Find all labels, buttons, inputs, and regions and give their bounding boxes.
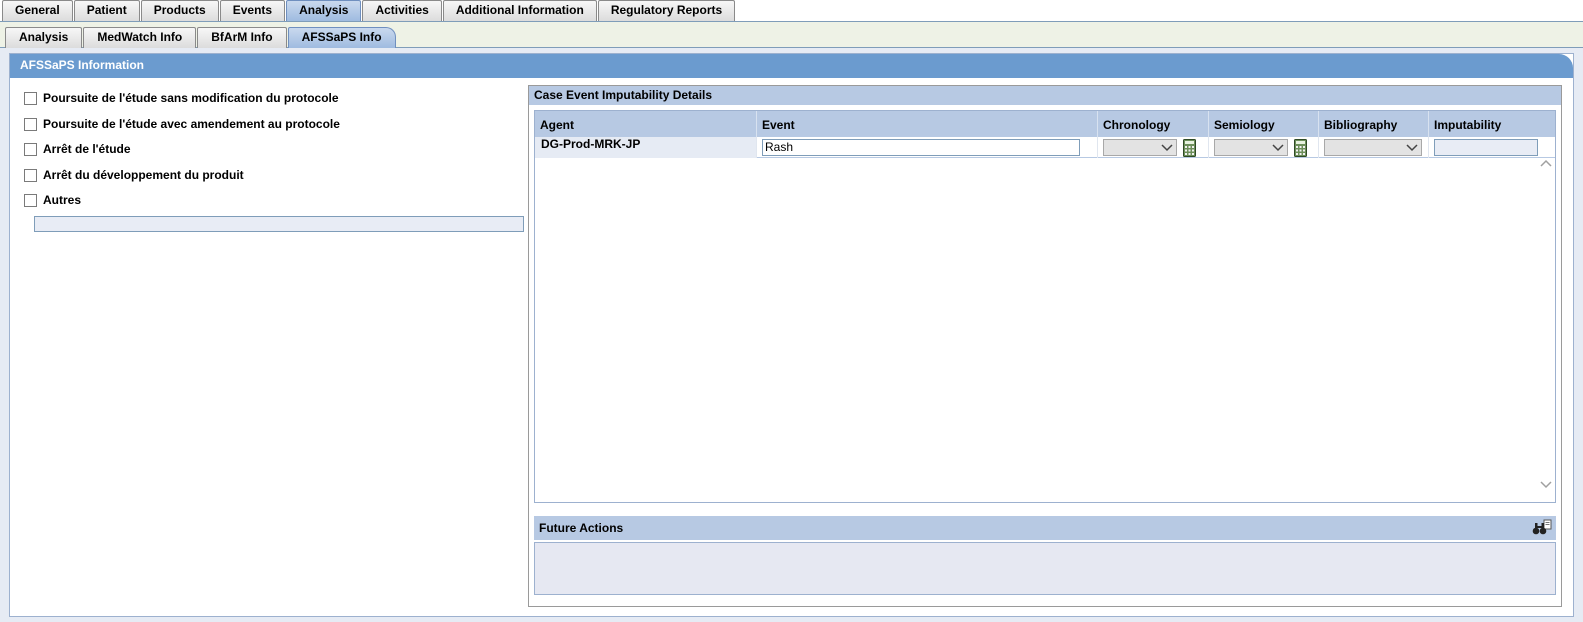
scroll-down-icon[interactable] xyxy=(1539,479,1553,491)
option-row-3: Arrêt de l'étude xyxy=(24,141,131,157)
calculator-icon[interactable] xyxy=(1294,139,1307,157)
option-3-label: Arrêt de l'étude xyxy=(43,142,131,156)
chevron-down-icon xyxy=(1272,144,1284,152)
panel-title: AFSSaPS Information xyxy=(10,54,1573,78)
semiology-select[interactable] xyxy=(1214,139,1288,156)
imputability-grid: Agent Event Chronology Semiology Bibliog… xyxy=(534,110,1556,503)
bibliography-select[interactable] xyxy=(1324,139,1422,156)
chevron-down-icon xyxy=(1406,144,1418,152)
bibliography-cell xyxy=(1319,137,1429,158)
main-tab-bar: General Patient Products Events Analysis… xyxy=(0,0,1583,22)
option-5-label: Autres xyxy=(43,193,82,207)
subtab-bfarm-info[interactable]: BfArM Info xyxy=(197,27,287,48)
semiology-cell xyxy=(1209,137,1319,158)
agent-cell: DG-Prod-MRK-JP xyxy=(535,137,757,158)
chronology-cell xyxy=(1098,137,1209,158)
tab-patient[interactable]: Patient xyxy=(73,0,140,21)
option-4-checkbox[interactable] xyxy=(24,168,37,182)
col-imputability: Imputability xyxy=(1434,118,1502,132)
option-2-checkbox[interactable] xyxy=(24,117,37,131)
col-chronology: Chronology xyxy=(1098,111,1209,137)
option-1-checkbox[interactable] xyxy=(24,91,37,105)
col-bibliography: Bibliography xyxy=(1319,111,1429,137)
imputability-title: Case Event Imputability Details xyxy=(529,86,1561,105)
tab-products[interactable]: Products xyxy=(140,0,219,21)
tab-events[interactable]: Events xyxy=(219,0,286,21)
col-event: Event xyxy=(757,111,1098,137)
afssaps-panel: AFSSaPS Information Poursuite de l'étude… xyxy=(9,53,1574,617)
imputability-section: Case Event Imputability Details Agent Ev… xyxy=(528,85,1562,607)
chevron-down-icon xyxy=(1161,144,1173,152)
chronology-select[interactable] xyxy=(1103,139,1177,156)
imputability-cell xyxy=(1429,137,1557,158)
binoculars-icon[interactable] xyxy=(1532,519,1552,537)
option-5-checkbox[interactable] xyxy=(24,193,37,207)
scroll-up-icon[interactable] xyxy=(1539,157,1553,169)
event-cell: Rash xyxy=(757,137,1098,158)
tab-general[interactable]: General xyxy=(2,0,73,21)
future-actions-header: Future Actions xyxy=(534,516,1556,540)
calculator-icon[interactable] xyxy=(1183,139,1196,157)
col-semiology: Semiology xyxy=(1209,111,1319,137)
table-row: DG-Prod-MRK-JP Rash xyxy=(535,137,1555,158)
event-input[interactable]: Rash xyxy=(762,139,1080,156)
tab-analysis[interactable]: Analysis xyxy=(286,0,362,21)
option-4-label: Arrêt du développement du produit xyxy=(43,168,244,182)
option-3-checkbox[interactable] xyxy=(24,142,37,156)
sub-tab-bar: Analysis MedWatch Info BfArM Info AFSSaP… xyxy=(0,22,1583,48)
imputability-input[interactable] xyxy=(1434,139,1538,156)
future-actions-title: Future Actions xyxy=(539,521,624,535)
option-1-label: Poursuite de l'étude sans modification d… xyxy=(43,91,339,105)
future-actions-textarea[interactable] xyxy=(534,542,1556,595)
content-area: AFSSaPS Information Poursuite de l'étude… xyxy=(0,48,1583,622)
grid-header: Agent Event Chronology Semiology Bibliog… xyxy=(535,111,1555,137)
option-2-label: Poursuite de l'étude avec amendement au … xyxy=(43,117,340,131)
tab-activities[interactable]: Activities xyxy=(362,0,442,21)
subtab-medwatch-info[interactable]: MedWatch Info xyxy=(83,27,197,48)
subtab-analysis[interactable]: Analysis xyxy=(5,27,83,48)
option-row-4: Arrêt du développement du produit xyxy=(24,167,244,183)
option-row-2: Poursuite de l'étude avec amendement au … xyxy=(24,116,340,132)
subtab-afssaps-info[interactable]: AFSSaPS Info xyxy=(287,27,396,48)
tab-additional-information[interactable]: Additional Information xyxy=(442,0,597,21)
option-row-5: Autres xyxy=(24,192,81,208)
autres-text-field[interactable] xyxy=(34,216,524,232)
tab-regulatory-reports[interactable]: Regulatory Reports xyxy=(597,0,736,21)
option-row-1: Poursuite de l'étude sans modification d… xyxy=(24,90,339,106)
col-agent: Agent xyxy=(535,111,757,137)
